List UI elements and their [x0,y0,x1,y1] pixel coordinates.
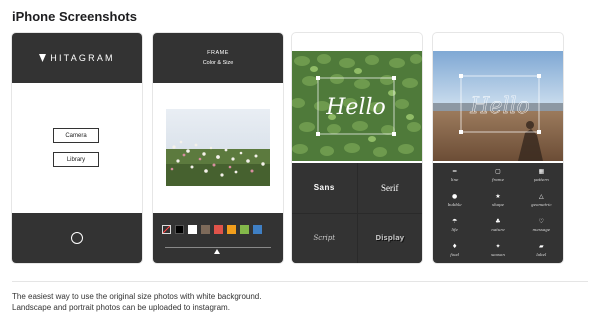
font-option-sans[interactable]: Sans [292,163,357,213]
flower-photo [166,109,270,186]
font-option-script[interactable]: Script [292,213,357,263]
landscape-photo: Hello [433,51,563,161]
leaves-photo: Hello [292,51,422,161]
food-icon: ♦ [451,243,458,250]
label-icon: ▰ [539,243,544,250]
pattern-icon: ▦ [538,168,545,175]
color-swatch-blue[interactable] [253,225,262,234]
app-logo: HITAGRAM [39,53,114,63]
screenshot-3[interactable]: Hello Sans Serif Script Display [292,33,422,263]
nature-icon: ♣ [495,218,501,225]
shutter-icon[interactable] [71,232,83,244]
frame-header: FRAME Color & Size [153,33,283,83]
overlay-text[interactable]: Hello [325,95,386,120]
description-line-1: The easiest way to use the original size… [12,292,262,301]
size-slider-thumb[interactable] [214,249,220,254]
overlay-text[interactable]: Hello [469,94,530,119]
color-swatches [162,225,262,234]
camera-button[interactable]: Camera [53,128,99,143]
color-swatch-red[interactable] [214,225,223,234]
screenshot-4[interactable]: Hello ═ line ▢ frame ▦ pattern ● bubble … [433,33,563,263]
font-option-serif[interactable]: Serif [357,163,422,213]
sticker-option-frame[interactable]: ▢ frame [476,163,519,188]
sticker-option-nature[interactable]: ♣ nature [476,213,519,238]
color-swatch-none[interactable] [162,225,171,234]
frame-title: FRAME [207,50,229,56]
bubble-icon: ● [452,193,458,200]
size-slider-track[interactable] [165,247,271,248]
frame-subtitle: Color & Size [202,60,234,66]
app-header: HITAGRAM [12,33,142,83]
section-divider [12,281,588,282]
screenshot-1[interactable]: HITAGRAM Camera Library [12,33,142,263]
font-option-display[interactable]: Display [357,213,422,263]
sticker-option-food[interactable]: ♦ food [433,238,476,263]
sticker-picker: ═ line ▢ frame ▦ pattern ● bubble ★ shap… [433,163,563,263]
app-logo-text: HITAGRAM [50,53,115,63]
color-swatch-orange[interactable] [227,225,236,234]
logo-mark-icon [39,54,47,62]
shape-icon: ★ [495,193,501,200]
color-swatch-white[interactable] [188,225,197,234]
sticker-option-bubble[interactable]: ● bubble [433,188,476,213]
section-title: iPhone Screenshots [12,9,137,24]
frame-toolbar [153,213,283,263]
sticker-option-pattern[interactable]: ▦ pattern [520,163,563,188]
sticker-option-life[interactable]: ☂ life [433,213,476,238]
library-button[interactable]: Library [53,152,99,167]
life-icon: ☂ [451,218,458,225]
app-footer [12,213,142,263]
color-swatch-green[interactable] [240,225,249,234]
description-line-2: Landscape and portrait photos can be upl… [12,303,230,312]
geometric-icon: △ [539,193,544,200]
sticker-option-label[interactable]: ▰ label [520,238,563,263]
app-description: The easiest way to use the original size… [12,291,261,313]
sticker-option-shape[interactable]: ★ shape [476,188,519,213]
screenshot-2[interactable]: FRAME Color & Size [153,33,283,263]
line-icon: ═ [452,168,457,175]
sticker-option-season[interactable]: ✦ season [476,238,519,263]
sticker-option-geometric[interactable]: △ geometric [520,188,563,213]
font-picker: Sans Serif Script Display [292,163,422,263]
sticker-option-line[interactable]: ═ line [433,163,476,188]
color-swatch-black[interactable] [175,225,184,234]
sticker-option-message[interactable]: ♡ message [520,213,563,238]
color-swatch-brown[interactable] [201,225,210,234]
season-icon: ✦ [495,243,501,250]
frame-icon: ▢ [495,168,501,175]
message-icon: ♡ [538,218,545,225]
